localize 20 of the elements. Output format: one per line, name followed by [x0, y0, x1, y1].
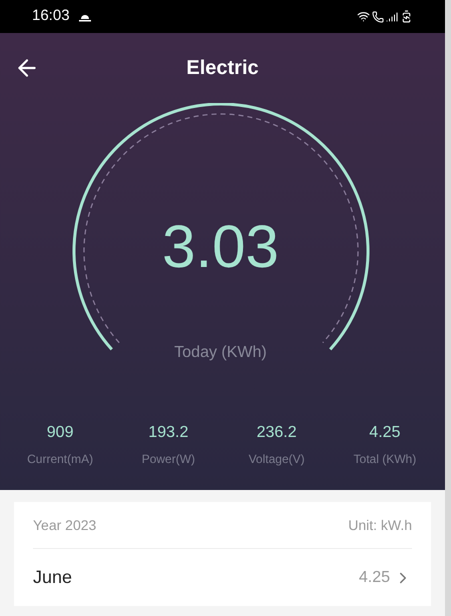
month-value: 4.25: [358, 568, 390, 588]
signal-icon: [386, 10, 398, 22]
stat-value: 236.2: [256, 423, 297, 443]
stat-label: Power(W): [142, 451, 196, 468]
month-row[interactable]: June 4.25: [33, 549, 412, 606]
today-value: 3.03: [161, 217, 280, 277]
call-icon: [372, 10, 384, 22]
stat-value: 909: [46, 423, 74, 443]
month-name: June: [33, 566, 72, 589]
today-caption: Today (KWh): [173, 343, 268, 363]
unit-label: Unit: kW.h: [348, 516, 412, 534]
battery-icon: [400, 10, 413, 23]
year-label: Year 2023: [33, 516, 96, 534]
page-title: Electric: [186, 56, 259, 81]
stat-value: 4.25: [369, 423, 400, 443]
status-time: 16:03: [32, 6, 70, 26]
stat-label: Voltage(V): [248, 451, 305, 468]
stat-label: Current(mA): [27, 451, 94, 468]
stat-label: Total (KWh): [354, 451, 416, 468]
stat-value: 193.2: [148, 423, 188, 443]
